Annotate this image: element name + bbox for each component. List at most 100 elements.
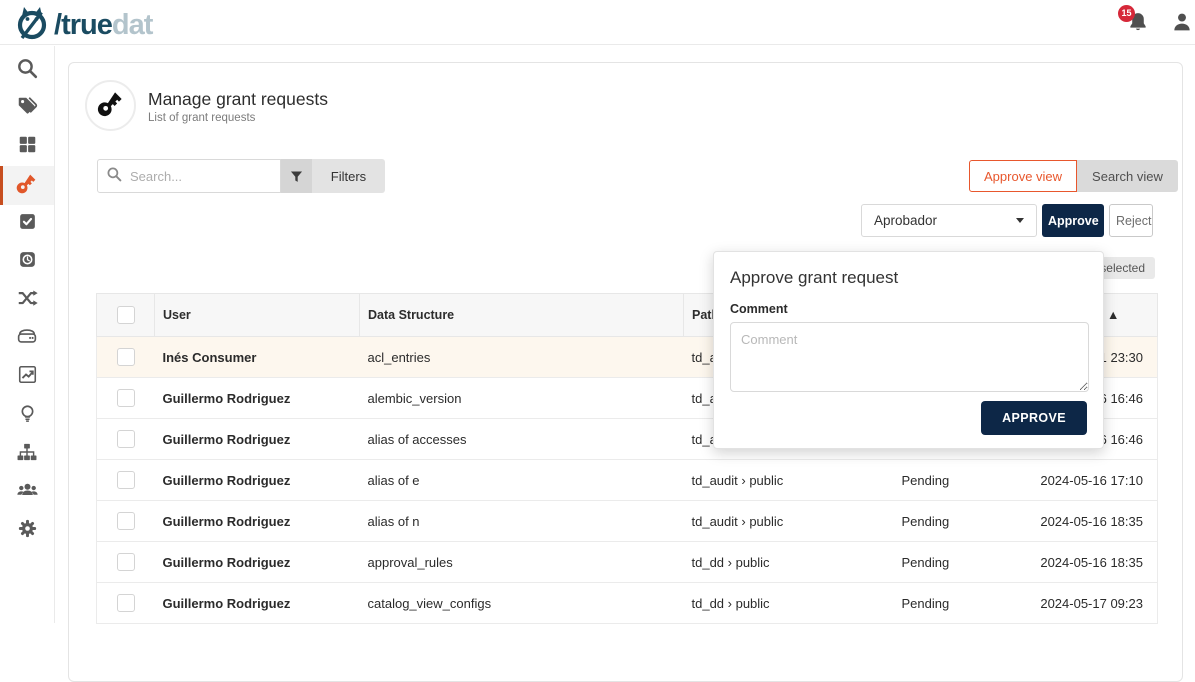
user-menu-button[interactable] [1170, 10, 1194, 34]
user-cell: Guillermo Rodriguez [155, 419, 360, 460]
search-icon [106, 166, 122, 187]
reject-button[interactable]: Reject [1109, 204, 1153, 237]
tag-icon [16, 95, 38, 122]
filters-button[interactable]: Filters [281, 159, 385, 193]
filters-label: Filters [312, 159, 385, 193]
structure-cell: alembic_version [360, 378, 684, 419]
comment-label: Comment [730, 302, 1087, 316]
page-title: Manage grant requests [148, 89, 328, 110]
sidebar-item-lineage[interactable] [0, 281, 54, 319]
view-toggle: Approve view Search view [969, 160, 1178, 192]
notification-count-badge: 15 [1118, 5, 1135, 22]
sidebar-item-grants[interactable] [0, 166, 54, 204]
sidebar-item-domains[interactable] [0, 435, 54, 473]
truedat-logo[interactable]: /truedat [14, 4, 152, 47]
sidebar-item-users[interactable] [0, 473, 54, 511]
sidebar-item-tags[interactable] [0, 89, 54, 127]
sitemap-icon [16, 441, 38, 468]
popup-approve-button[interactable]: APPROVE [981, 401, 1087, 435]
sidebar-nav [0, 46, 55, 623]
grid-icon [17, 134, 38, 160]
row-checkbox[interactable] [117, 553, 135, 571]
approve-button[interactable]: Approve [1042, 204, 1104, 237]
chevron-down-icon [1016, 218, 1024, 223]
topbar: /truedat 15 [0, 0, 1195, 45]
table-row[interactable]: Guillermo Rodriguez catalog_view_configs… [97, 583, 1158, 624]
select-all-checkbox[interactable] [117, 306, 135, 324]
sidebar-item-systems[interactable] [0, 320, 54, 358]
structure-cell: approval_rules [360, 542, 684, 583]
sidebar-item-structures[interactable] [0, 128, 54, 166]
approver-role-select[interactable]: Aprobador [861, 204, 1037, 237]
status-cell: Pending [892, 501, 1032, 542]
date-cell: 2024-05-16 18:35 [1032, 501, 1158, 542]
user-cell: Guillermo Rodriguez [155, 501, 360, 542]
key-icon [97, 89, 125, 122]
status-cell: Pending [892, 583, 1032, 624]
search-icon [16, 57, 38, 84]
shuffle-icon [16, 287, 38, 314]
approver-role-value: Aprobador [874, 213, 937, 228]
col-header-user[interactable]: User [155, 294, 360, 337]
structure-cell: alias of n [360, 501, 684, 542]
sidebar-item-rules[interactable] [0, 205, 54, 243]
row-checkbox[interactable] [117, 348, 135, 366]
user-icon [1170, 21, 1194, 38]
sidebar-item-search[interactable] [0, 51, 54, 89]
structure-cell: alias of accesses [360, 419, 684, 460]
sidebar-item-insights[interactable] [0, 397, 54, 435]
structure-cell: catalog_view_configs [360, 583, 684, 624]
row-checkbox[interactable] [117, 594, 135, 612]
user-cell: Guillermo Rodriguez [155, 460, 360, 501]
row-checkbox[interactable] [117, 430, 135, 448]
comment-textarea[interactable] [730, 322, 1089, 392]
sidebar-item-executions[interactable] [0, 243, 54, 281]
search-view-button[interactable]: Search view [1077, 160, 1178, 192]
status-cell: Pending [892, 460, 1032, 501]
chart-line-icon [17, 364, 38, 390]
path-cell: td_dd › public [684, 583, 892, 624]
user-cell: Guillermo Rodriguez [155, 378, 360, 419]
user-cell: Guillermo Rodriguez [155, 583, 360, 624]
owl-logo-icon [14, 4, 50, 47]
search-input-wrap [97, 159, 281, 193]
notifications-button[interactable]: 15 [1118, 2, 1152, 42]
select-all-header[interactable] [97, 294, 155, 337]
logo-text: /truedat [54, 9, 152, 42]
row-checkbox[interactable] [117, 512, 135, 530]
clock-square-icon [17, 249, 38, 275]
sort-ascending-icon: ▲ [1107, 308, 1119, 322]
structure-cell: alias of e [360, 460, 684, 501]
page-subtitle: List of grant requests [148, 112, 255, 124]
user-cell: Guillermo Rodriguez [155, 542, 360, 583]
table-row[interactable]: Guillermo Rodriguez approval_rules td_dd… [97, 542, 1158, 583]
popup-title: Approve grant request [730, 268, 1087, 288]
table-row[interactable]: Guillermo Rodriguez alias of n td_audit … [97, 501, 1158, 542]
gear-icon [17, 518, 38, 544]
approve-view-button[interactable]: Approve view [969, 160, 1077, 192]
funnel-icon [281, 159, 312, 193]
table-row[interactable]: Guillermo Rodriguez alias of e td_audit … [97, 460, 1158, 501]
key-icon [16, 172, 38, 199]
check-square-icon [17, 211, 38, 237]
user-cell: Inés Consumer [155, 337, 360, 378]
date-cell: 2024-05-17 09:23 [1032, 583, 1158, 624]
sidebar-item-dashboards[interactable] [0, 358, 54, 396]
date-cell: 2024-05-16 17:10 [1032, 460, 1158, 501]
sidebar-item-settings[interactable] [0, 512, 54, 550]
row-checkbox[interactable] [117, 471, 135, 489]
path-cell: td_audit › public [684, 460, 892, 501]
lightbulb-icon [17, 403, 38, 429]
search-input[interactable] [128, 168, 268, 185]
status-cell: Pending [892, 542, 1032, 583]
users-icon [16, 478, 39, 506]
page-key-icon-circle [85, 80, 136, 131]
hdd-icon [16, 325, 38, 352]
path-cell: td_dd › public [684, 542, 892, 583]
path-cell: td_audit › public [684, 501, 892, 542]
structure-cell: acl_entries [360, 337, 684, 378]
col-header-data-structure[interactable]: Data Structure [360, 294, 684, 337]
manage-grant-requests-card: Manage grant requests List of grant requ… [68, 62, 1183, 682]
row-checkbox[interactable] [117, 389, 135, 407]
approve-grant-request-popup: Approve grant request Comment APPROVE [713, 251, 1104, 449]
